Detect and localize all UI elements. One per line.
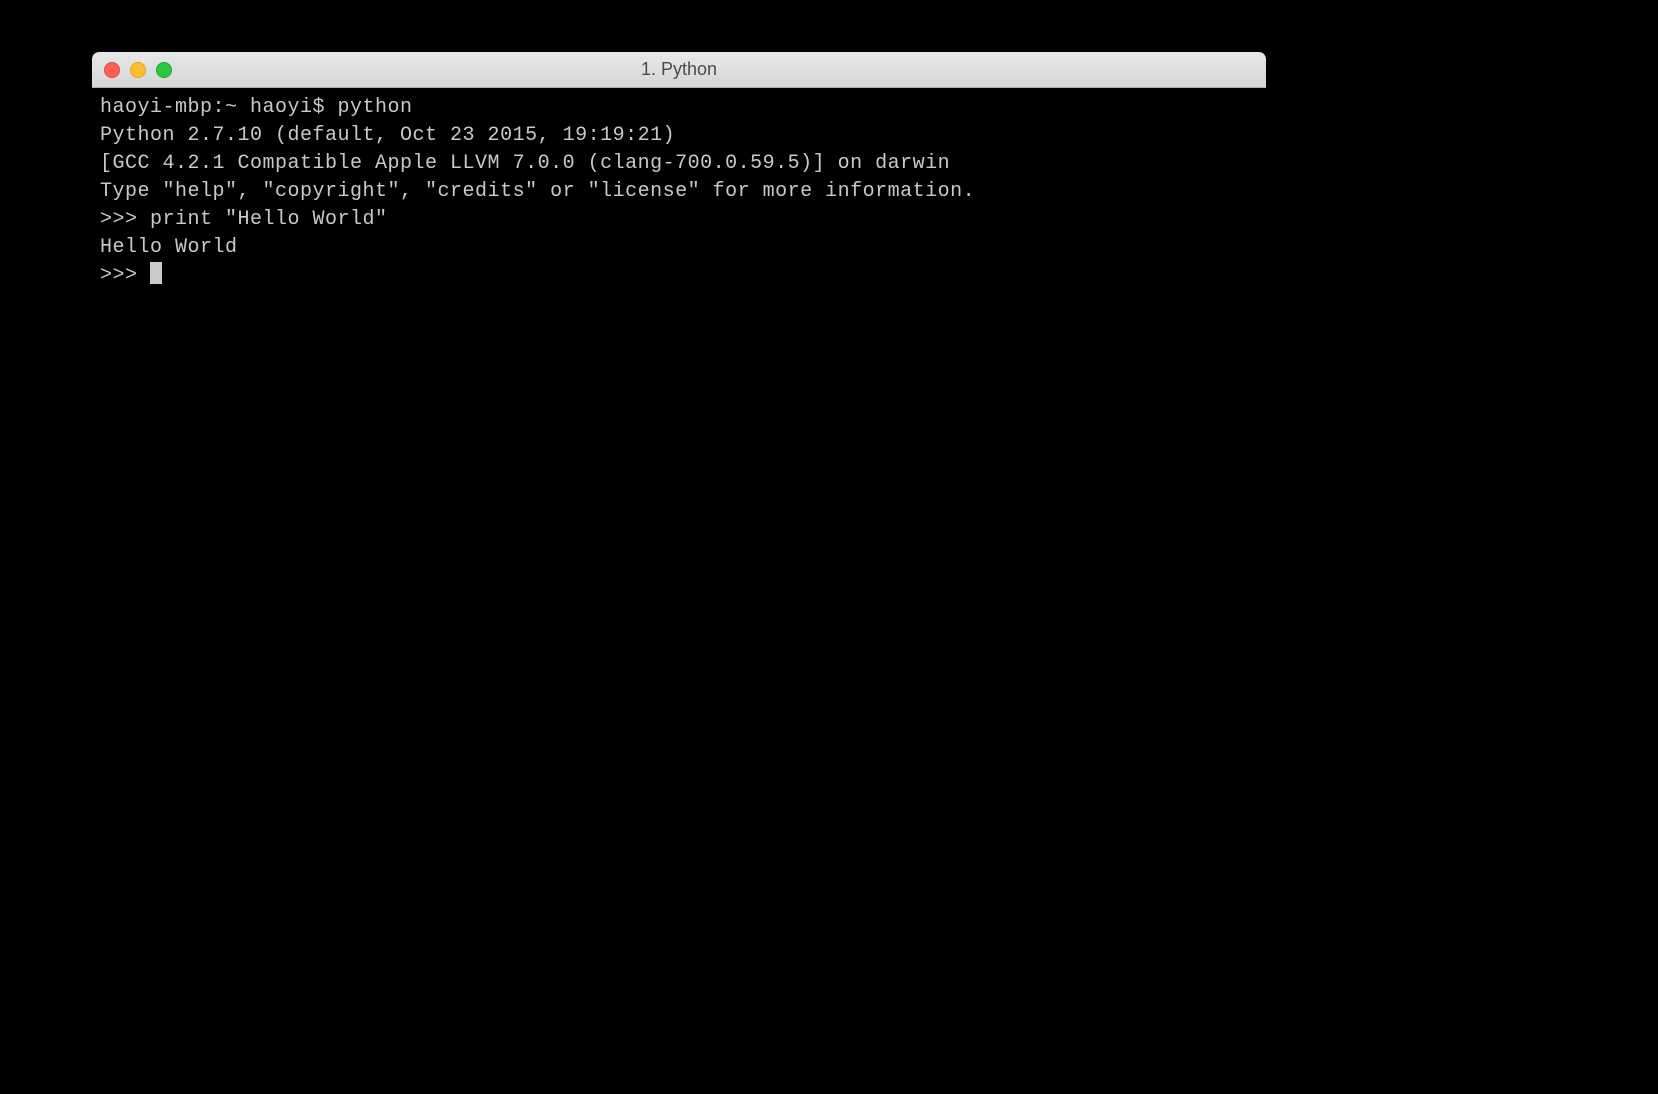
terminal-line: Hello World — [100, 234, 1258, 262]
terminal-cursor — [150, 262, 162, 284]
terminal-line: Type "help", "copyright", "credits" or "… — [100, 178, 1258, 206]
terminal-body[interactable]: haoyi-mbp:~ haoyi$ pythonPython 2.7.10 (… — [92, 88, 1266, 872]
window-title: 1. Python — [92, 59, 1266, 80]
terminal-prompt: >>> — [100, 262, 150, 290]
minimize-button[interactable] — [130, 62, 146, 78]
close-button[interactable] — [104, 62, 120, 78]
maximize-button[interactable] — [156, 62, 172, 78]
window-titlebar[interactable]: 1. Python — [92, 52, 1266, 88]
terminal-line: >>> print "Hello World" — [100, 206, 1258, 234]
terminal-line: Python 2.7.10 (default, Oct 23 2015, 19:… — [100, 122, 1258, 150]
traffic-lights — [92, 62, 172, 78]
terminal-prompt-line: >>> — [100, 262, 1258, 290]
terminal-line: [GCC 4.2.1 Compatible Apple LLVM 7.0.0 (… — [100, 150, 1258, 178]
terminal-window: 1. Python haoyi-mbp:~ haoyi$ pythonPytho… — [92, 52, 1266, 872]
terminal-line: haoyi-mbp:~ haoyi$ python — [100, 94, 1258, 122]
